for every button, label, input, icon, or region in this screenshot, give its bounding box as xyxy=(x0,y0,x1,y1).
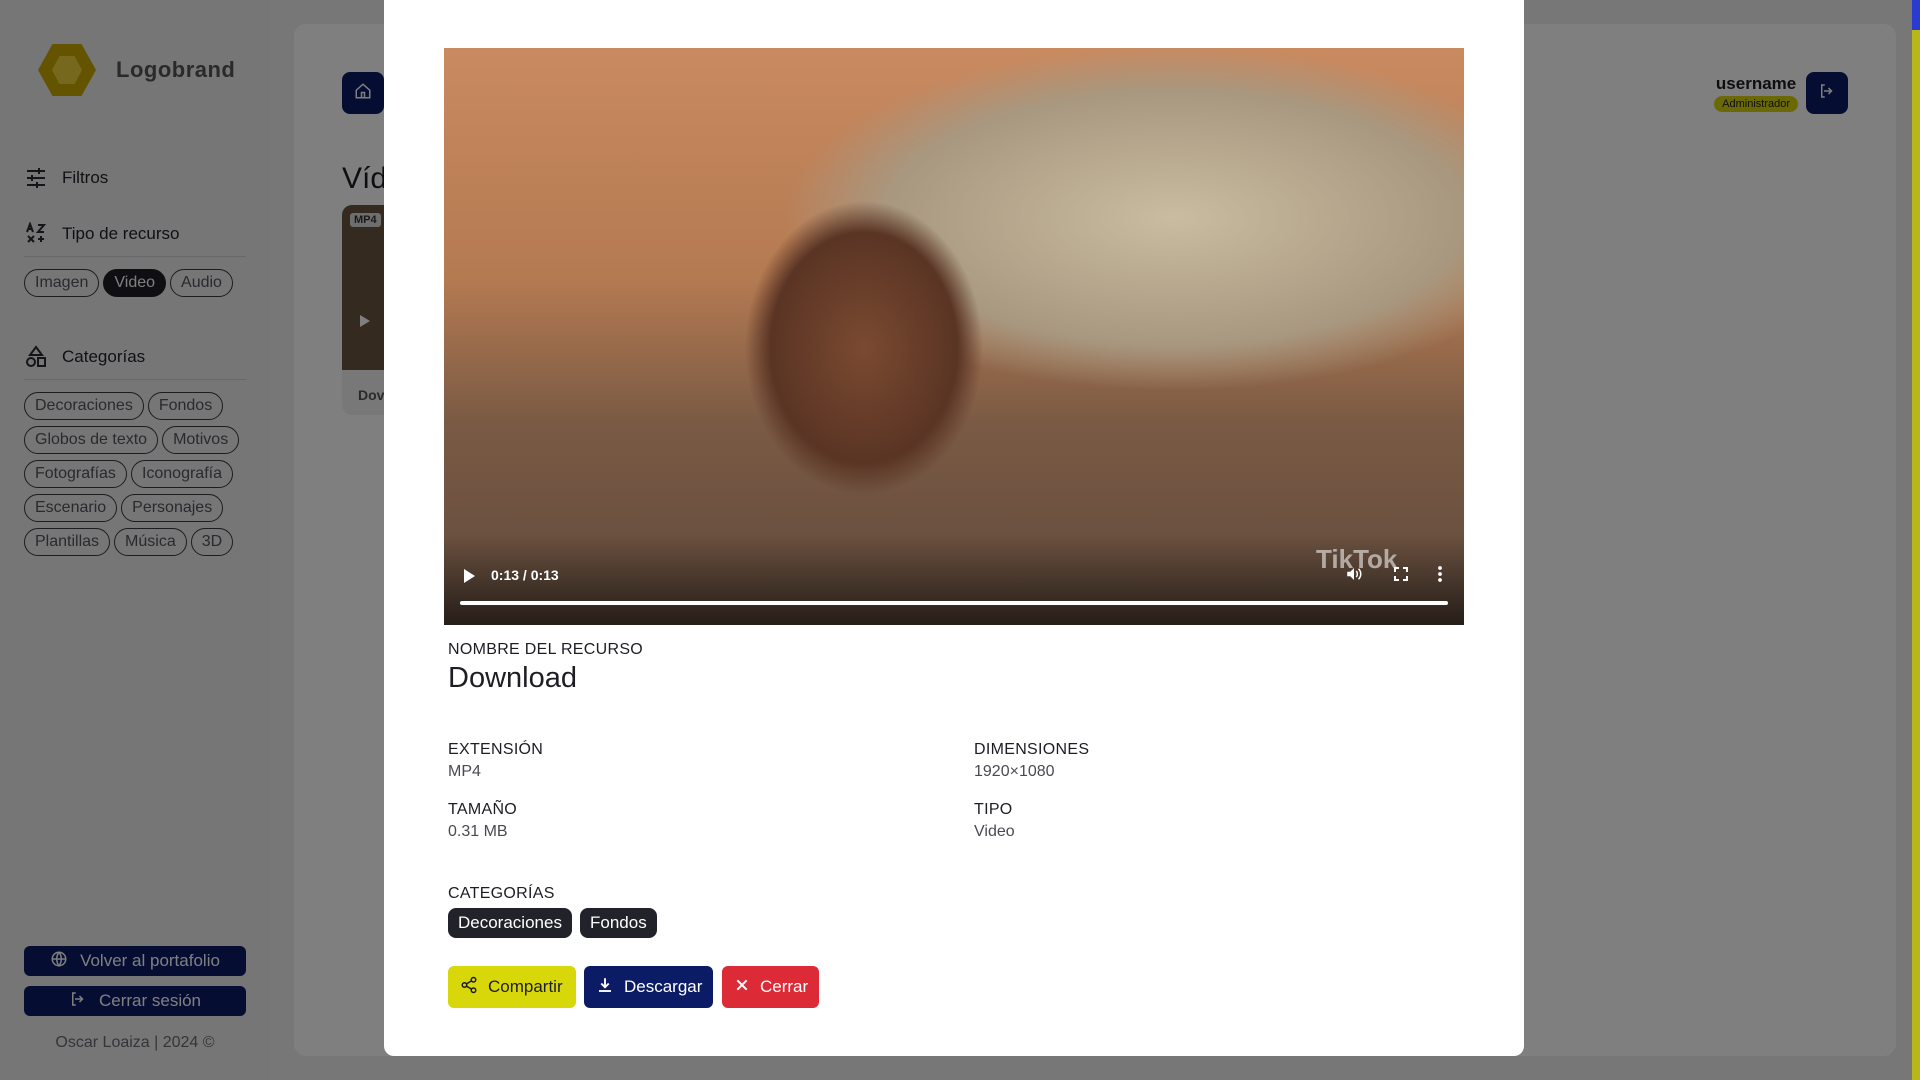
extension-value: MP4 xyxy=(448,763,481,780)
dimensions-label: DIMENSIONES xyxy=(974,741,1090,758)
category-chip-fondos: Fondos xyxy=(580,908,657,938)
download-button[interactable]: Descargar xyxy=(584,966,713,1008)
video-progress-bar[interactable] xyxy=(460,601,1448,605)
video-player[interactable]: TikTok 0:13 / 0:13 xyxy=(444,48,1464,625)
share-button[interactable]: Compartir xyxy=(448,966,576,1008)
categories-label: CATEGORÍAS xyxy=(448,885,555,902)
download-label: Descargar xyxy=(624,977,703,996)
size-value: 0.31 MB xyxy=(448,823,508,840)
resource-name-label: NOMBRE DEL RECURSO xyxy=(448,641,644,658)
size-label: TAMAÑO xyxy=(448,801,518,818)
type-label: TIPO xyxy=(974,801,1013,818)
share-icon xyxy=(460,976,478,999)
video-time: 0:13 / 0:13 xyxy=(491,567,559,583)
scrollbar-track[interactable] xyxy=(1912,30,1920,1080)
resource-name-value: Download xyxy=(448,662,577,694)
extension-label: EXTENSIÓN xyxy=(448,741,544,758)
category-chip-decoraciones: Decoraciones xyxy=(448,908,572,938)
type-value: Video xyxy=(974,823,1015,840)
close-label: Cerrar xyxy=(760,977,809,996)
resource-detail-modal: TikTok 0:13 / 0:13 NOMBRE DEL RECURSO Do… xyxy=(384,0,1524,1056)
more-options-icon[interactable] xyxy=(1430,564,1450,584)
close-icon xyxy=(734,977,750,998)
dimensions-value: 1920×1080 xyxy=(974,763,1055,780)
video-controls-gradient xyxy=(444,535,1464,625)
share-label: Compartir xyxy=(488,977,563,996)
volume-icon[interactable] xyxy=(1344,564,1364,584)
scrollbar-thumb[interactable] xyxy=(1912,0,1920,30)
play-icon[interactable] xyxy=(464,569,475,583)
close-button[interactable]: Cerrar xyxy=(722,966,819,1008)
download-icon xyxy=(596,976,614,999)
fullscreen-icon[interactable] xyxy=(1391,564,1411,584)
